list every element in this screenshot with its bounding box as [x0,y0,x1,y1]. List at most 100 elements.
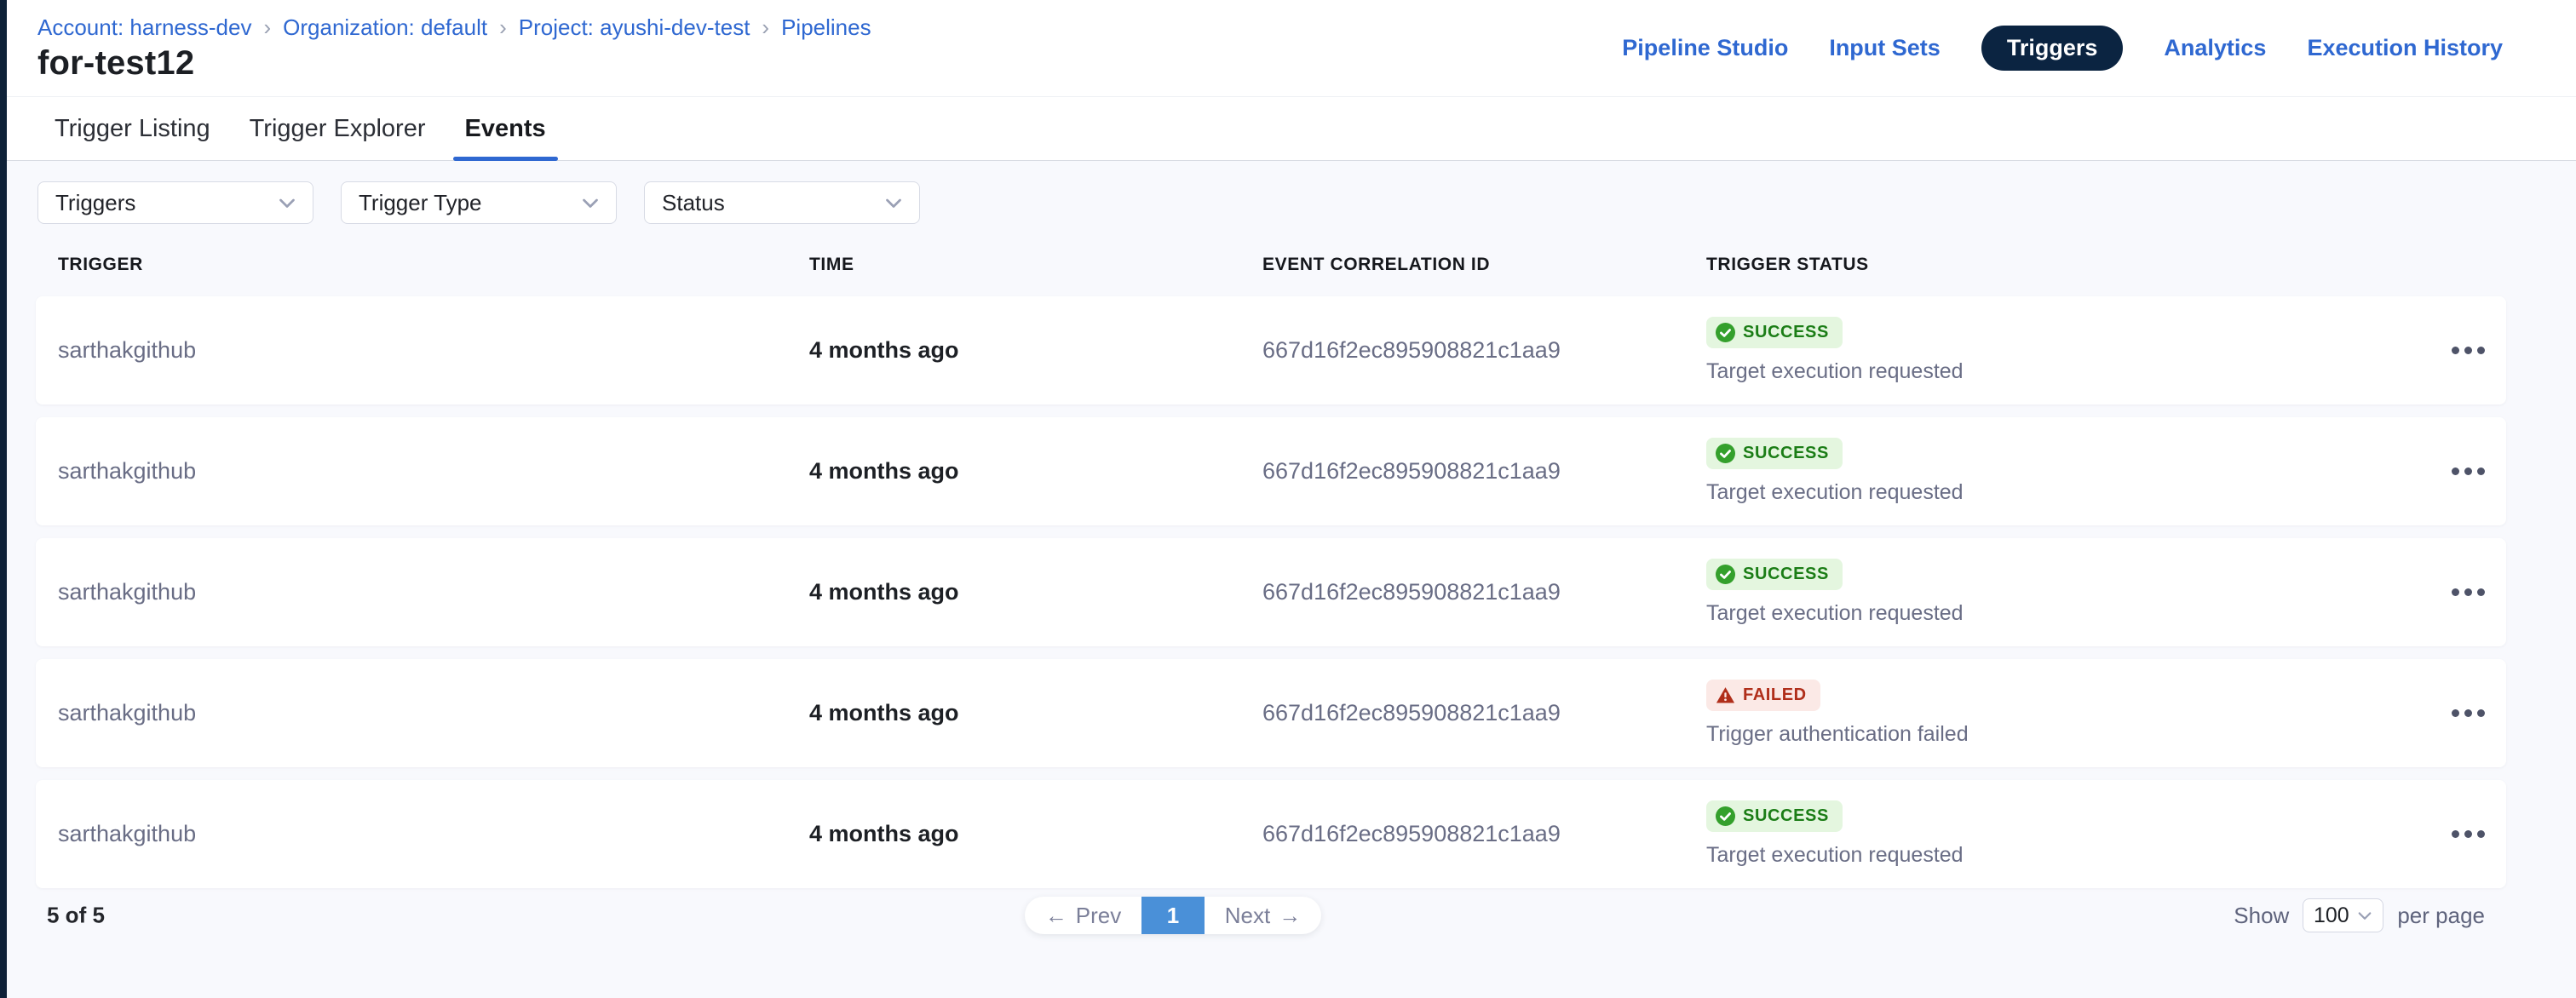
breadcrumb-separator-icon: › [762,14,769,41]
row-menu-button[interactable] [2443,701,2493,726]
status-badge-label: SUCCESS [1743,806,1829,826]
status-badge: SUCCESS [1706,438,1843,469]
event-correlation-id: 667d16f2ec895908821c1aa9 [1262,579,1706,605]
breadcrumb-link[interactable]: Pipelines [781,14,871,41]
top-nav-link[interactable]: Input Sets [1829,35,1941,61]
event-time: 4 months ago [809,821,1262,847]
status-badge: SUCCESS [1706,559,1843,590]
top-nav-link[interactable]: Triggers [1981,26,2124,71]
trigger-status-cell: SUCCESS Target execution requested [1706,438,2429,505]
dot-icon [2477,588,2485,596]
status-badge-label: SUCCESS [1743,565,1829,584]
page-size-group: Show 100 per page [2234,898,2485,932]
pagination-footer: 5 of 5 ← Prev 1 Next → Show 100 per page [7,897,2576,934]
status-badge-label: SUCCESS [1743,444,1829,463]
table-row: sarthakgithub 4 months ago 667d16f2ec895… [36,417,2506,525]
collapsed-sidenav[interactable] [0,0,7,998]
column-header-time: TIME [809,255,1262,275]
arrow-right-icon: → [1279,903,1301,929]
event-time: 4 months ago [809,579,1262,605]
status-detail: Target execution requested [1706,480,1964,505]
tab[interactable]: Trigger Listing [55,97,210,160]
filter-dropdown[interactable]: Status [644,181,920,224]
table-row: sarthakgithub 4 months ago 667d16f2ec895… [36,538,2506,646]
dot-icon [2477,467,2485,475]
chevron-down-icon [580,192,601,213]
dot-icon [2477,830,2485,838]
per-page-label: per page [2397,903,2485,929]
top-nav-link[interactable]: Execution History [2307,35,2503,61]
row-menu-button[interactable] [2443,822,2493,846]
page-1-button[interactable]: 1 [1141,897,1205,934]
trigger-status-cell: SUCCESS Target execution requested [1706,559,2429,626]
top-nav-link[interactable]: Analytics [2164,35,2266,61]
show-label: Show [2234,903,2289,929]
trigger-name: sarthakgithub [36,458,809,485]
page-size-select[interactable]: 100 [2303,898,2383,932]
breadcrumb-link[interactable]: Organization: default [283,14,487,41]
page-header: Account: harness-dev › Organization: def… [7,0,2576,96]
check-circle-icon [1716,444,1735,463]
table-row: sarthakgithub 4 months ago 667d16f2ec895… [36,780,2506,888]
trigger-status-cell: SUCCESS Target execution requested [1706,800,2429,868]
breadcrumb-link[interactable]: Account: harness-dev [37,14,251,41]
row-menu-button[interactable] [2443,459,2493,484]
column-header-event-correlation-id: EVENT CORRELATION ID [1262,255,1706,275]
trigger-name: sarthakgithub [36,337,809,364]
prev-page-button[interactable]: ← Prev [1025,897,1141,934]
dot-icon [2477,709,2485,717]
filter-bar: Triggers Trigger Type Status [37,181,920,224]
status-badge: SUCCESS [1706,800,1843,832]
pipeline-top-nav: Pipeline Studio Input Sets Triggers Anal… [1622,0,2503,96]
table-row: sarthakgithub 4 months ago 667d16f2ec895… [36,296,2506,404]
tab[interactable]: Trigger Explorer [250,97,426,160]
tab-label: Events [465,115,546,143]
row-menu-cell [2429,459,2506,484]
dot-icon [2477,347,2485,354]
tab-label: Trigger Listing [55,115,210,143]
next-label: Next [1225,903,1270,929]
pagination: ← Prev 1 Next → [1025,897,1321,934]
trigger-name: sarthakgithub [36,700,809,726]
row-menu-button[interactable] [2443,580,2493,605]
status-detail: Target execution requested [1706,359,1964,384]
event-correlation-id: 667d16f2ec895908821c1aa9 [1262,821,1706,847]
breadcrumb: Account: harness-dev › Organization: def… [37,14,871,41]
tab-label: Trigger Explorer [250,115,426,143]
row-menu-cell [2429,580,2506,605]
dot-icon [2452,709,2459,717]
status-detail: Target execution requested [1706,601,1964,626]
dot-icon [2464,347,2472,354]
filter-dropdown[interactable]: Trigger Type [341,181,617,224]
check-circle-icon [1716,323,1735,342]
event-time: 4 months ago [809,337,1262,364]
breadcrumb-item: Pipelines › [781,14,871,41]
top-nav-link[interactable]: Pipeline Studio [1622,35,1788,61]
event-time: 4 months ago [809,458,1262,485]
tab[interactable]: Events [465,97,546,160]
dot-icon [2452,830,2459,838]
event-correlation-id: 667d16f2ec895908821c1aa9 [1262,337,1706,364]
status-detail: Trigger authentication failed [1706,722,1969,747]
next-page-button[interactable]: Next → [1205,897,1321,934]
tab-bar: Trigger Listing Trigger Explorer Events [7,96,2576,161]
arrow-left-icon: ← [1045,903,1067,929]
events-content: Triggers Trigger Type Status TRIGGER TIM… [7,161,2576,998]
dot-icon [2452,467,2459,475]
events-table: TRIGGER TIME EVENT CORRELATION ID TRIGGE… [36,246,2506,901]
page-title: for-test12 [37,44,194,83]
result-count: 5 of 5 [47,903,105,929]
row-menu-cell [2429,338,2506,363]
event-time: 4 months ago [809,700,1262,726]
breadcrumb-item: Account: harness-dev › [37,14,283,41]
status-badge-label: FAILED [1743,685,1807,705]
filter-label: Status [662,190,725,216]
row-menu-button[interactable] [2443,338,2493,363]
chevron-down-icon [883,192,904,213]
breadcrumb-link[interactable]: Project: ayushi-dev-test [519,14,750,41]
breadcrumb-item: Organization: default › [283,14,519,41]
check-circle-icon [1716,565,1735,584]
filter-dropdown[interactable]: Triggers [37,181,313,224]
breadcrumb-separator-icon: › [263,14,271,41]
row-menu-cell [2429,822,2506,846]
